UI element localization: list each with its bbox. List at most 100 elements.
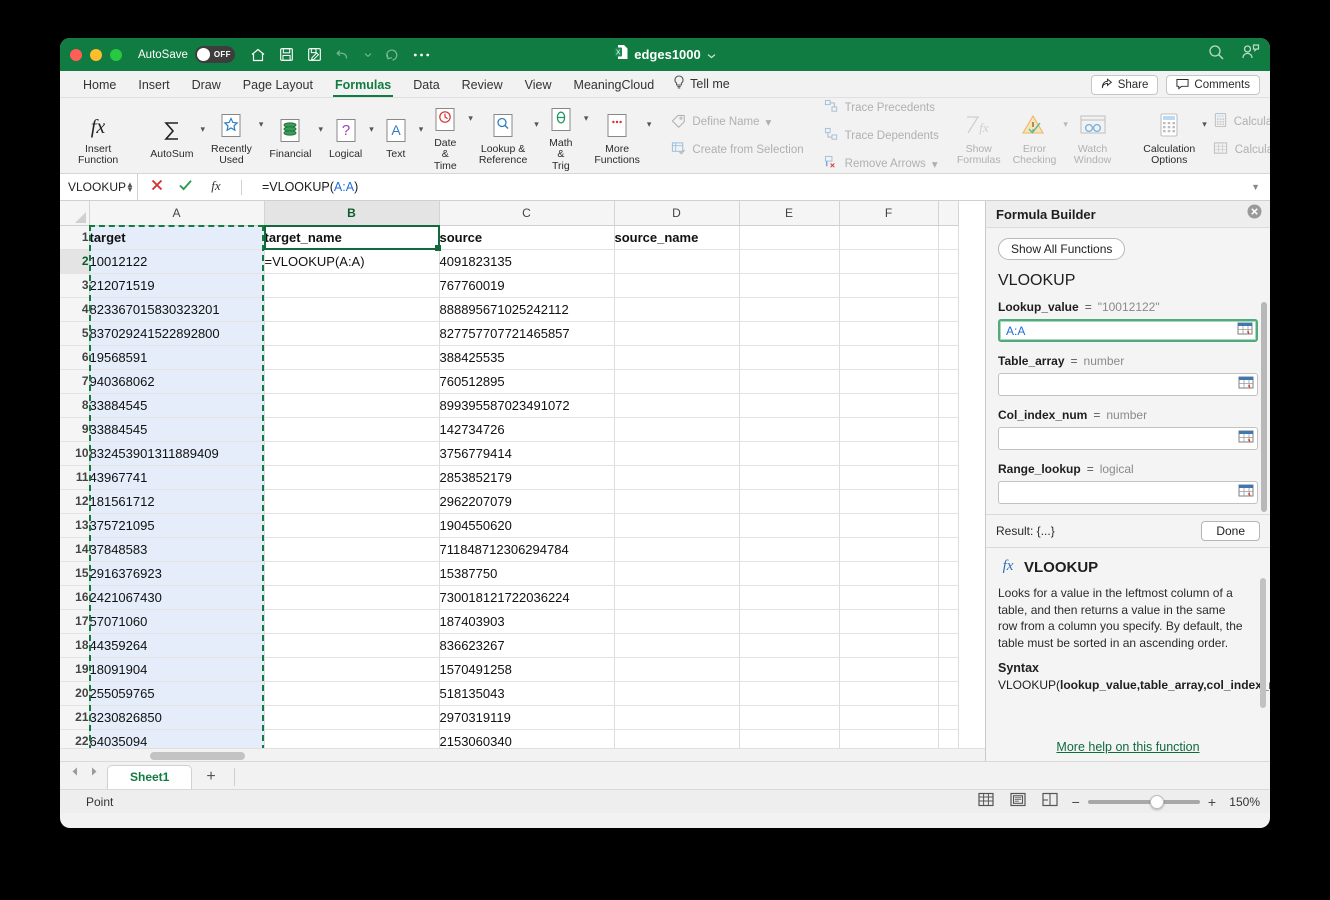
trace-dependents-button[interactable]: Trace Dependents [824,127,939,145]
formula-input[interactable]: =VLOOKUP(A:A) [262,180,1251,194]
row-header-12[interactable]: 12 [60,489,89,513]
sheet-tab-sheet1[interactable]: Sheet1 [107,765,192,789]
calculation-options-button[interactable]: CalculationOptions [1137,105,1201,167]
cell-G1[interactable] [938,225,958,249]
cell-F18[interactable] [839,633,938,657]
cell-A20[interactable]: 255059765 [89,681,264,705]
error-checking-control[interactable]: ErrorChecking ▾ [1007,105,1068,167]
insert-function-button[interactable]: fx InsertFunction [72,105,124,167]
table-row[interactable]: 11439677412853852179 [60,465,958,489]
home-icon[interactable] [250,47,266,63]
cell-C14[interactable]: 711848712306294784 [439,537,614,561]
page-break-icon[interactable] [1042,792,1058,812]
redo-icon[interactable] [385,48,400,62]
cell-F13[interactable] [839,513,938,537]
cell-A2[interactable]: 10012122 [89,249,264,273]
more-icon[interactable] [413,52,430,58]
cell-G9[interactable] [938,417,958,441]
calculate-now-button[interactable]: Calculate Now [1213,112,1270,131]
cell-A3[interactable]: 212071519 [89,273,264,297]
cell-E2[interactable] [739,249,839,273]
column-header-e[interactable]: E [739,201,839,225]
cell-B15[interactable] [264,561,439,585]
next-sheet-icon[interactable] [89,764,99,782]
tab-home[interactable]: Home [72,75,127,97]
cell-A4[interactable]: 823367015830323201 [89,297,264,321]
cell-E5[interactable] [739,321,839,345]
cell-B12[interactable] [264,489,439,513]
autosave-toggle[interactable]: OFF [195,46,235,63]
fx-icon[interactable]: fx [207,177,225,198]
cell-D9[interactable] [614,417,739,441]
cell-A14[interactable]: 37848583 [89,537,264,561]
row-header-16[interactable]: 16 [60,585,89,609]
cell-D18[interactable] [614,633,739,657]
cell-C17[interactable]: 187403903 [439,609,614,633]
table-row[interactable]: 7940368062760512895 [60,369,958,393]
tab-data[interactable]: Data [402,75,450,97]
cell-C20[interactable]: 518135043 [439,681,614,705]
recently-used-button[interactable]: RecentlyUsed [205,105,258,167]
cell-C7[interactable]: 760512895 [439,369,614,393]
arg-col-index-num-input[interactable] [998,427,1258,450]
cell-C5[interactable]: 827757707721465857 [439,321,614,345]
arg-lookup-value-input[interactable]: A:A [998,319,1258,342]
tab-review[interactable]: Review [451,75,514,97]
text-button[interactable]: A Text [374,110,418,161]
row-header-18[interactable]: 18 [60,633,89,657]
tab-page-layout[interactable]: Page Layout [232,75,324,97]
done-button[interactable]: Done [1201,521,1260,541]
cell-E10[interactable] [739,441,839,465]
cell-F1[interactable] [839,225,938,249]
row-header-20[interactable]: 20 [60,681,89,705]
cell-E1[interactable] [739,225,839,249]
cell-A12[interactable]: 181561712 [89,489,264,513]
table-row[interactable]: 1757071060187403903 [60,609,958,633]
cell-G5[interactable] [938,321,958,345]
table-row[interactable]: 20255059765 518135043 [60,681,958,705]
cell-G14[interactable] [938,537,958,561]
watch-window-button[interactable]: WatchWindow [1068,105,1117,167]
cell-E3[interactable] [739,273,839,297]
table-row[interactable]: 4823367015830323201888895671025242112 [60,297,958,321]
cell-C3[interactable]: 767760019 [439,273,614,297]
row-header-5[interactable]: 5 [60,321,89,345]
recently-used-control[interactable]: RecentlyUsed ▾ [205,105,263,167]
cell-C2[interactable]: 4091823135 [439,249,614,273]
undo-icon[interactable] [335,48,351,62]
cell-A17[interactable]: 57071060 [89,609,264,633]
cell-G12[interactable] [938,489,958,513]
normal-view-icon[interactable] [978,792,994,812]
cell-D4[interactable] [614,297,739,321]
cell-D20[interactable] [614,681,739,705]
cell-G7[interactable] [938,369,958,393]
row-header-21[interactable]: 21 [60,705,89,729]
cell-A5[interactable]: 837029241522892800 [89,321,264,345]
cell-B16[interactable] [264,585,439,609]
cell-C13[interactable]: 1904550620 [439,513,614,537]
cell-E7[interactable] [739,369,839,393]
cell-G19[interactable] [938,657,958,681]
cell-C21[interactable]: 2970319119 [439,705,614,729]
cell-G6[interactable] [938,345,958,369]
cell-F21[interactable] [839,705,938,729]
cell-G17[interactable] [938,609,958,633]
more-functions-control[interactable]: MoreFunctions ▾ [588,105,651,167]
cell-D5[interactable] [614,321,739,345]
show-formulas-button[interactable]: fx ShowFormulas [951,105,1007,167]
comments-button[interactable]: Comments [1166,75,1260,95]
cell-E18[interactable] [739,633,839,657]
define-name-button[interactable]: Define Name ▾ [671,113,803,131]
row-header-11[interactable]: 11 [60,465,89,489]
logical-control[interactable]: ? Logical ▾ [323,110,374,161]
cell-F16[interactable] [839,585,938,609]
cell-D17[interactable] [614,609,739,633]
cell-C8[interactable]: 899395587023491072 [439,393,614,417]
function-help-scrollbar-thumb[interactable] [1260,578,1266,708]
cell-G18[interactable] [938,633,958,657]
table-row[interactable]: 15291637692315387750 [60,561,958,585]
autosum-control[interactable]: AutoSum ▾ [144,110,205,161]
maximize-window-button[interactable] [110,49,122,61]
tell-me-button[interactable]: Tell me [665,72,738,97]
cell-F20[interactable] [839,681,938,705]
